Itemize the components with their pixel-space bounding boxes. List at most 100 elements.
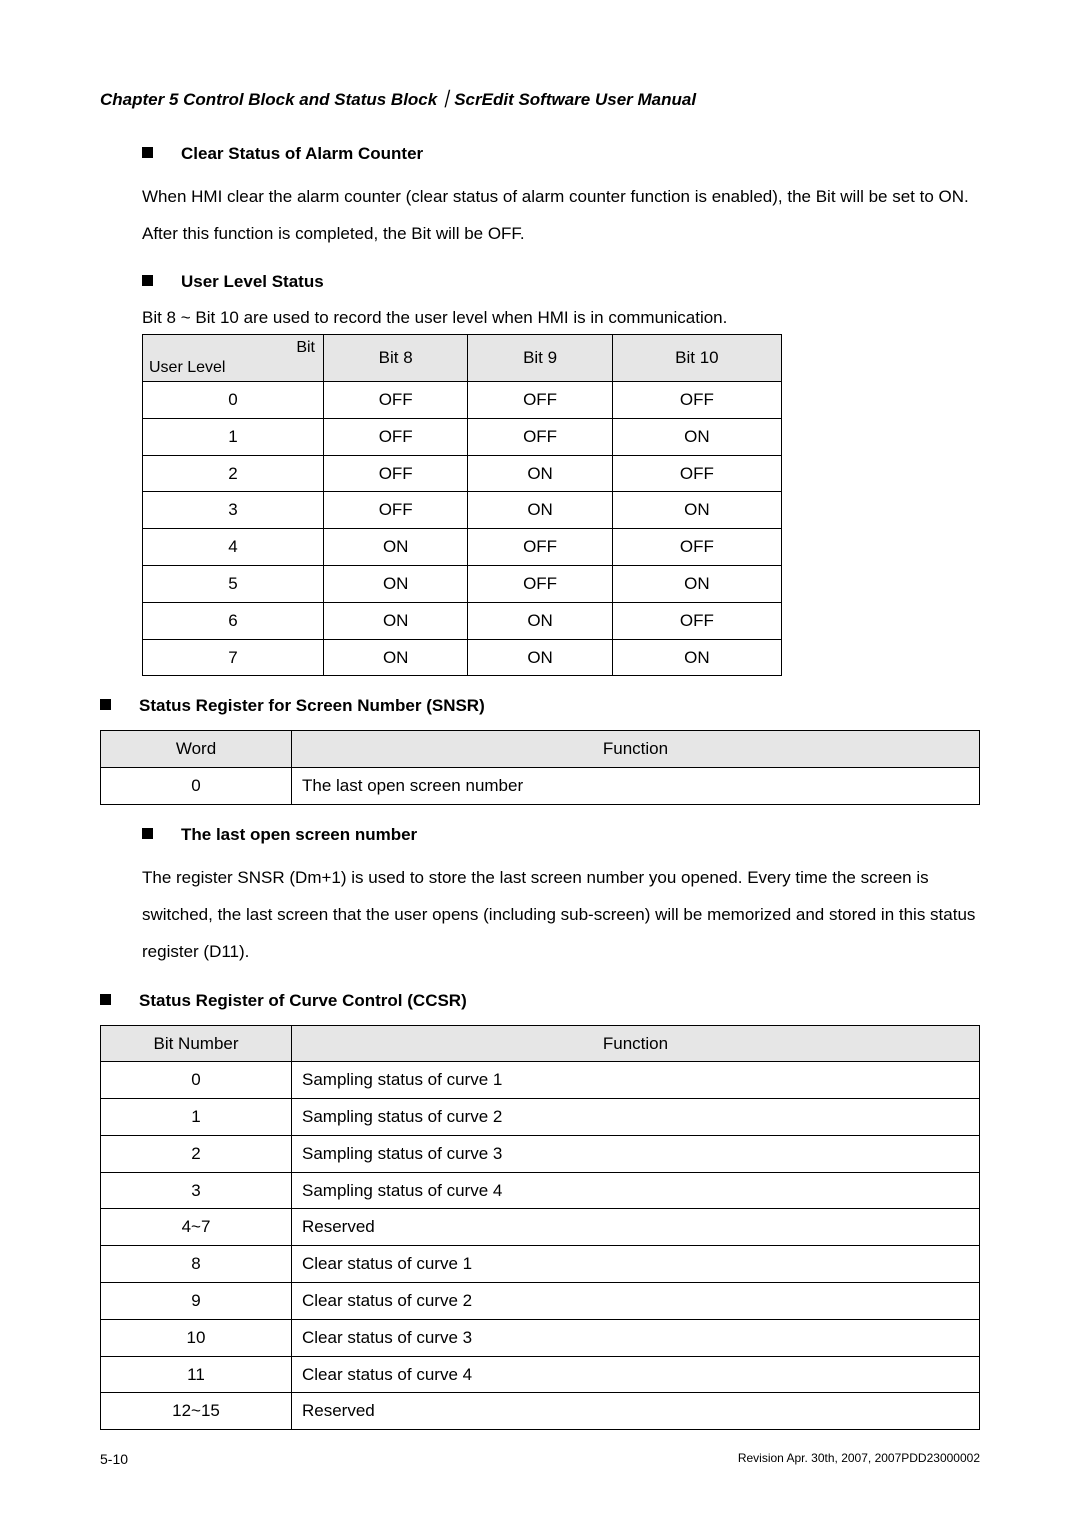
diag-bottom-label: User Level bbox=[149, 357, 225, 379]
cell: Clear status of curve 4 bbox=[292, 1356, 980, 1393]
table-row: 3Sampling status of curve 4 bbox=[101, 1172, 980, 1209]
cell-level: 7 bbox=[143, 639, 324, 676]
cell: Clear status of curve 3 bbox=[292, 1319, 980, 1356]
cell: ON bbox=[612, 565, 781, 602]
revision-text: Revision Apr. 30th, 2007, 2007PDD2300000… bbox=[738, 1450, 980, 1470]
heading-clear-status: Clear Status of Alarm Counter bbox=[142, 142, 980, 166]
cell: ON bbox=[468, 455, 612, 492]
cell: OFF bbox=[324, 418, 468, 455]
cell: ON bbox=[468, 492, 612, 529]
cell: Clear status of curve 1 bbox=[292, 1246, 980, 1283]
cell: OFF bbox=[468, 565, 612, 602]
cell: OFF bbox=[612, 455, 781, 492]
col-header: Bit 9 bbox=[468, 334, 612, 381]
table-row: 10Clear status of curve 3 bbox=[101, 1319, 980, 1356]
cell: 3 bbox=[101, 1172, 292, 1209]
page-footer: 5-10 Revision Apr. 30th, 2007, 2007PDD23… bbox=[100, 1450, 980, 1470]
user-level-note: Bit 8 ~ Bit 10 are used to record the us… bbox=[142, 306, 980, 330]
table-row: 2Sampling status of curve 3 bbox=[101, 1135, 980, 1172]
cell-level: 4 bbox=[143, 529, 324, 566]
table-row: 9Clear status of curve 2 bbox=[101, 1283, 980, 1320]
table-row: 7 ON ON ON bbox=[143, 639, 782, 676]
square-bullet-icon bbox=[100, 699, 111, 710]
heading-user-level: User Level Status bbox=[142, 270, 980, 294]
cell: OFF bbox=[324, 455, 468, 492]
cell: 2 bbox=[101, 1135, 292, 1172]
heading-text: User Level Status bbox=[181, 270, 324, 294]
cell: OFF bbox=[612, 529, 781, 566]
heading-text: Status Register of Curve Control (CCSR) bbox=[139, 989, 467, 1013]
heading-text: The last open screen number bbox=[181, 823, 417, 847]
table-row: 2 OFF ON OFF bbox=[143, 455, 782, 492]
cell: Sampling status of curve 3 bbox=[292, 1135, 980, 1172]
square-bullet-icon bbox=[142, 275, 153, 286]
table-row: 3 OFF ON ON bbox=[143, 492, 782, 529]
table-row: 12~15Reserved bbox=[101, 1393, 980, 1430]
table-row: 11Clear status of curve 4 bbox=[101, 1356, 980, 1393]
cell: ON bbox=[324, 565, 468, 602]
cell: Reserved bbox=[292, 1209, 980, 1246]
square-bullet-icon bbox=[142, 147, 153, 158]
cell: The last open screen number bbox=[292, 767, 980, 804]
cell-level: 2 bbox=[143, 455, 324, 492]
cell: OFF bbox=[468, 418, 612, 455]
cell-level: 5 bbox=[143, 565, 324, 602]
cell: 0 bbox=[101, 767, 292, 804]
cell: OFF bbox=[468, 529, 612, 566]
page-number: 5-10 bbox=[100, 1450, 128, 1470]
cell: OFF bbox=[612, 602, 781, 639]
cell-level: 3 bbox=[143, 492, 324, 529]
table-row: 0Sampling status of curve 1 bbox=[101, 1062, 980, 1099]
col-header: Bit 8 bbox=[324, 334, 468, 381]
diag-header-cell: Bit User Level bbox=[143, 334, 324, 381]
table-row: Bit User Level Bit 8 Bit 9 Bit 10 bbox=[143, 334, 782, 381]
heading-text: Clear Status of Alarm Counter bbox=[181, 142, 423, 166]
cell-level: 0 bbox=[143, 381, 324, 418]
cell: OFF bbox=[324, 492, 468, 529]
heading-text: Status Register for Screen Number (SNSR) bbox=[139, 694, 485, 718]
cell: 9 bbox=[101, 1283, 292, 1320]
table-row: 5 ON OFF ON bbox=[143, 565, 782, 602]
cell: 1 bbox=[101, 1099, 292, 1136]
heading-snsr: Status Register for Screen Number (SNSR) bbox=[100, 694, 980, 718]
cell: ON bbox=[612, 492, 781, 529]
cell: 8 bbox=[101, 1246, 292, 1283]
cell-level: 6 bbox=[143, 602, 324, 639]
square-bullet-icon bbox=[100, 994, 111, 1005]
col-header: Function bbox=[292, 1025, 980, 1062]
cell: ON bbox=[324, 529, 468, 566]
cell: Sampling status of curve 4 bbox=[292, 1172, 980, 1209]
table-ccsr: Bit Number Function 0Sampling status of … bbox=[100, 1025, 980, 1431]
cell: 0 bbox=[101, 1062, 292, 1099]
cell: 11 bbox=[101, 1356, 292, 1393]
cell: Clear status of curve 2 bbox=[292, 1283, 980, 1320]
cell: OFF bbox=[612, 381, 781, 418]
cell: 4~7 bbox=[101, 1209, 292, 1246]
cell: ON bbox=[324, 602, 468, 639]
cell: ON bbox=[612, 418, 781, 455]
heading-ccsr: Status Register of Curve Control (CCSR) bbox=[100, 989, 980, 1013]
diag-top-label: Bit bbox=[296, 337, 315, 359]
cell-level: 1 bbox=[143, 418, 324, 455]
table-row: 0 OFF OFF OFF bbox=[143, 381, 782, 418]
table-row: Bit Number Function bbox=[101, 1025, 980, 1062]
table-row: 4 ON OFF OFF bbox=[143, 529, 782, 566]
col-header: Bit Number bbox=[101, 1025, 292, 1062]
cell: ON bbox=[324, 639, 468, 676]
table-row: 0 The last open screen number bbox=[101, 767, 980, 804]
table-row: 4~7Reserved bbox=[101, 1209, 980, 1246]
table-user-level: Bit User Level Bit 8 Bit 9 Bit 10 0 OFF … bbox=[142, 334, 782, 676]
table-row: Word Function bbox=[101, 731, 980, 768]
para-last-open: The register SNSR (Dm+1) is used to stor… bbox=[142, 859, 980, 971]
chapter-header: Chapter 5 Control Block and Status Block… bbox=[100, 88, 980, 112]
table-row: 8Clear status of curve 1 bbox=[101, 1246, 980, 1283]
cell: Reserved bbox=[292, 1393, 980, 1430]
cell: 12~15 bbox=[101, 1393, 292, 1430]
heading-last-open: The last open screen number bbox=[142, 823, 980, 847]
col-header: Function bbox=[292, 731, 980, 768]
table-row: 1Sampling status of curve 2 bbox=[101, 1099, 980, 1136]
table-snsr: Word Function 0 The last open screen num… bbox=[100, 730, 980, 805]
cell: ON bbox=[468, 639, 612, 676]
cell: Sampling status of curve 2 bbox=[292, 1099, 980, 1136]
table-row: 6 ON ON OFF bbox=[143, 602, 782, 639]
